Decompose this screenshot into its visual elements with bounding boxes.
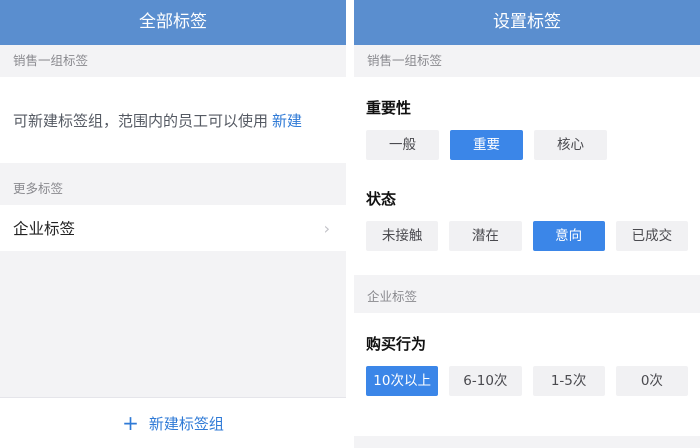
tag-chips: 未接触 潜在 意向 已成交: [366, 221, 688, 251]
new-tag-group-button[interactable]: + 新建标签组: [0, 397, 346, 448]
tag-chip[interactable]: 已成交: [615, 221, 688, 251]
tag-chip[interactable]: 潜在: [449, 221, 522, 251]
tag-chips: 一般 重要 核心: [366, 130, 688, 160]
sales-group-info-card: 可新建标签组，范围内的员工可以使用 新建: [0, 77, 346, 163]
tag-group-status: 状态 未接触 潜在 意向 已成交: [354, 180, 700, 275]
info-text: 可新建标签组，范围内的员工可以使用: [13, 111, 269, 130]
tag-chip[interactable]: 核心: [534, 130, 607, 160]
tag-chip-selected[interactable]: 重要: [450, 130, 523, 160]
set-tags-title: 设置标签: [354, 0, 700, 45]
tag-chip[interactable]: 6-10次: [449, 366, 522, 396]
enterprise-tags-row[interactable]: 企业标签 ›: [0, 205, 346, 251]
enterprise-tags-label: 企业标签: [13, 220, 76, 238]
tag-group-title: 购买行为: [366, 335, 427, 353]
tag-chip-selected[interactable]: 意向: [532, 221, 605, 251]
more-tags-section-header: 更多标签: [13, 181, 64, 196]
tag-chip[interactable]: 0次: [615, 366, 688, 396]
panel-separator: [346, 0, 354, 448]
new-tag-group-label: 新建标签组: [148, 414, 224, 433]
tag-chip-selected[interactable]: 10次以上: [366, 366, 439, 396]
tag-group-purchase: 购买行为 10次以上 6-10次 1-5次 0次: [354, 313, 700, 436]
enterprise-tags-section-header: 企业标签: [367, 289, 418, 304]
set-tags-screen: 设置标签 销售一组标签 重要性 一般 重要 核心 状态 未接触 潜在 意向 已成…: [354, 0, 700, 448]
tag-group-title: 重要性: [366, 99, 412, 117]
tag-group-title: 状态: [366, 190, 397, 208]
tag-chip[interactable]: 1-5次: [532, 366, 605, 396]
plus-icon: +: [122, 411, 139, 435]
sales-group-section-header: 销售一组标签: [13, 53, 89, 68]
sales-group-section-header: 销售一组标签: [367, 53, 443, 68]
tag-chip[interactable]: 一般: [366, 130, 439, 160]
chevron-right-icon: ›: [323, 218, 330, 238]
all-tags-title: 全部标签: [0, 0, 346, 45]
create-link[interactable]: 新建: [272, 110, 302, 131]
tag-group-importance: 重要性 一般 重要 核心: [354, 77, 700, 180]
all-tags-screen: 全部标签 销售一组标签 可新建标签组，范围内的员工可以使用 新建 更多标签 企业…: [0, 0, 346, 448]
tag-chip[interactable]: 未接触: [366, 221, 439, 251]
tag-chips: 10次以上 6-10次 1-5次 0次: [366, 366, 688, 396]
